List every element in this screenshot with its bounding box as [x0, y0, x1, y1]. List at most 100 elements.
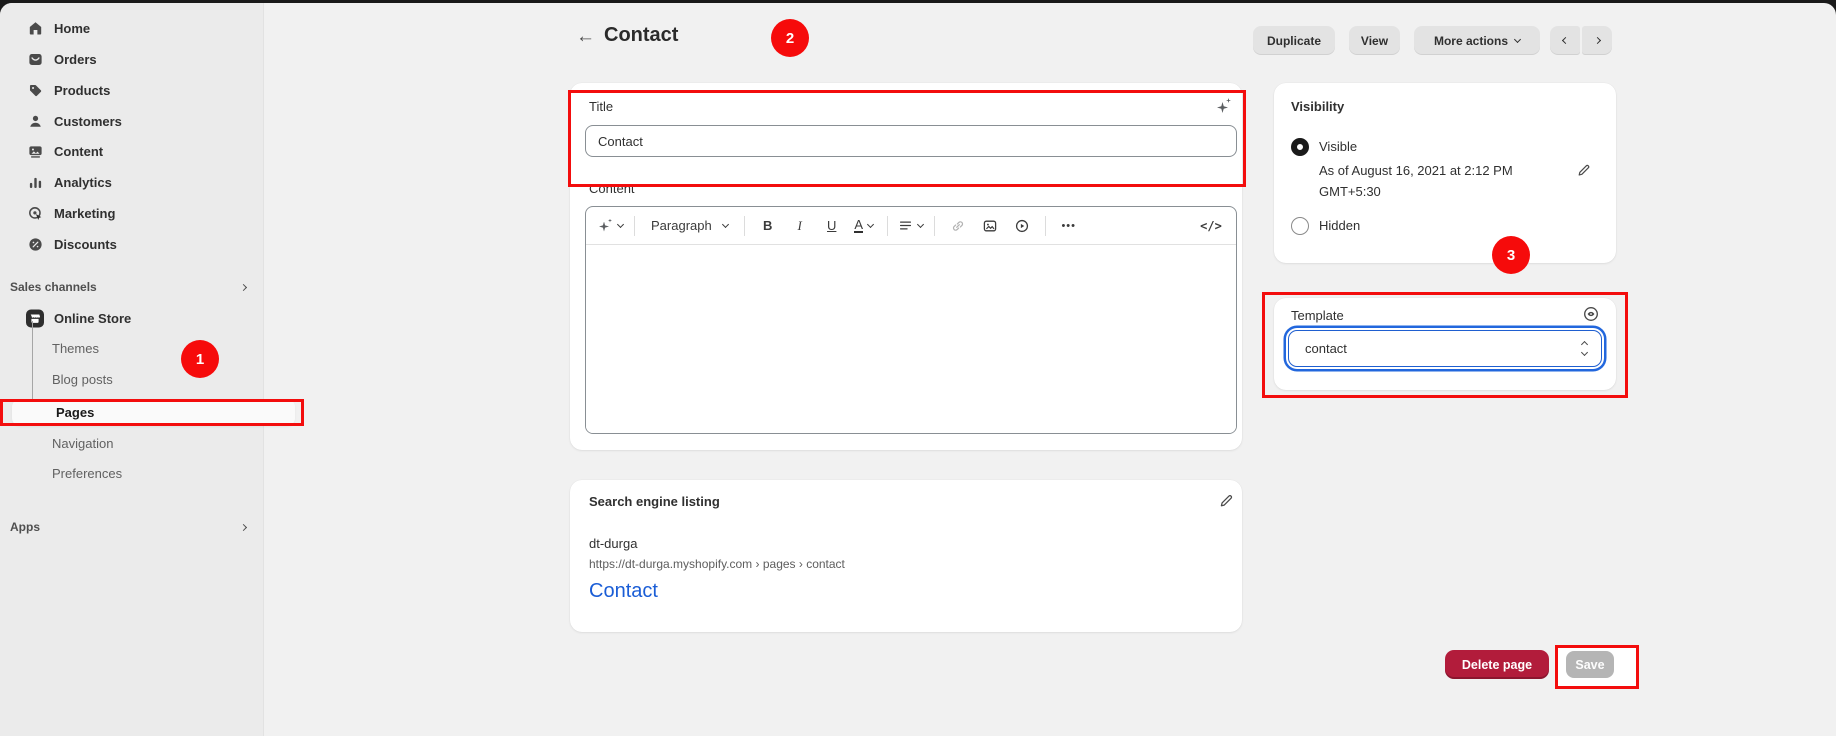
alignment-button[interactable] [898, 213, 924, 239]
sidebar-item-customers[interactable]: Customers [8, 107, 256, 135]
sidebar-item-label: Preferences [52, 466, 122, 481]
seo-heading: Search engine listing [589, 494, 720, 509]
underline-button[interactable]: U [819, 213, 845, 239]
sidebar-item-label: Marketing [54, 206, 115, 221]
duplicate-label: Duplicate [1267, 34, 1321, 48]
code-view-button[interactable]: </> [1198, 213, 1224, 239]
more-options-button[interactable]: ••• [1056, 213, 1082, 239]
edit-visibility-pencil-icon[interactable] [1576, 162, 1592, 178]
preview-eye-icon[interactable] [1582, 305, 1600, 323]
sales-channels-header[interactable]: Sales channels [8, 276, 256, 298]
sidebar-item-discounts[interactable]: Discounts [8, 230, 256, 258]
sidebar-item-label: Pages [56, 405, 94, 420]
magic-sparkle-icon[interactable] [1213, 98, 1235, 114]
annotation-step-1: 1 [181, 340, 219, 378]
sidebar-item-label: Home [54, 21, 90, 36]
sales-channels-label: Sales channels [10, 280, 97, 294]
italic-button[interactable]: I [787, 213, 813, 239]
orders-icon [26, 50, 44, 68]
sidebar-item-home[interactable]: Home [8, 14, 256, 42]
chevron-right-icon [240, 523, 247, 530]
chevron-down-icon [917, 221, 924, 228]
toolbar-divider [887, 216, 888, 236]
ai-assist-button[interactable] [598, 213, 624, 239]
sidebar-item-orders[interactable]: Orders [8, 45, 256, 73]
view-button[interactable]: View [1349, 26, 1400, 55]
sidebar-item-marketing[interactable]: Marketing [8, 199, 256, 227]
products-icon [26, 81, 44, 99]
sidebar-item-label: Orders [54, 52, 97, 67]
more-actions-button[interactable]: More actions [1414, 26, 1540, 55]
template-selected-value: contact [1305, 341, 1347, 356]
paragraph-label: Paragraph [651, 218, 712, 233]
visible-radio[interactable] [1291, 138, 1309, 156]
editor-toolbar: Paragraph B I U A ••• </> [586, 207, 1236, 245]
visible-since-line1: As of August 16, 2021 at 2:12 PM [1319, 163, 1513, 178]
rich-text-editor: Paragraph B I U A ••• </> [585, 206, 1237, 434]
sidebar-item-label: Themes [52, 341, 99, 356]
next-page-button[interactable] [1582, 26, 1612, 55]
sidebar-item-label: Online Store [54, 311, 131, 326]
annotation-step-2: 2 [771, 19, 809, 57]
visible-since-line2: GMT+5:30 [1319, 184, 1381, 199]
text-color-label: A [854, 218, 863, 233]
sidebar-item-online-store[interactable]: Online Store [8, 304, 256, 332]
apps-header[interactable]: Apps [8, 516, 256, 538]
previous-page-button[interactable] [1550, 26, 1580, 55]
toolbar-divider [744, 216, 745, 236]
template-select[interactable]: contact [1288, 330, 1602, 367]
title-field-label: Title [589, 99, 613, 114]
seo-url-breadcrumb: https://dt-durga.myshopify.com › pages ›… [589, 557, 845, 571]
sidebar-item-analytics[interactable]: Analytics [8, 168, 256, 196]
view-label: View [1361, 34, 1388, 48]
toolbar-divider [634, 216, 635, 236]
sidebar-item-products[interactable]: Products [8, 76, 256, 104]
back-arrow-icon[interactable]: ← [576, 26, 595, 48]
insert-image-icon[interactable] [977, 213, 1003, 239]
sidebar-item-navigation[interactable]: Navigation [8, 430, 256, 457]
delete-page-button[interactable]: Delete page [1445, 650, 1549, 679]
sidebar-item-blog-posts[interactable]: Blog posts [8, 366, 256, 393]
save-button[interactable]: Save [1566, 651, 1614, 678]
template-heading: Template [1291, 308, 1344, 323]
content-icon [26, 142, 44, 160]
toolbar-divider [934, 216, 935, 236]
duplicate-button[interactable]: Duplicate [1253, 26, 1335, 55]
sidebar-item-label: Content [54, 144, 103, 159]
hidden-radio[interactable] [1291, 217, 1309, 235]
seo-result-title: Contact [589, 580, 658, 603]
chevron-down-icon [867, 221, 874, 228]
customers-icon [26, 112, 44, 130]
editor-content-area[interactable] [586, 245, 1236, 434]
sidebar-item-preferences[interactable]: Preferences [8, 460, 256, 487]
chevron-down-icon [722, 221, 729, 228]
sidebar: Home Orders Products Customers Content A… [0, 3, 264, 736]
select-updown-icon [1582, 342, 1587, 355]
apps-label: Apps [10, 520, 40, 534]
insert-link-icon[interactable] [945, 213, 971, 239]
sidebar-item-label: Customers [54, 114, 122, 129]
home-icon [26, 19, 44, 37]
text-color-button[interactable]: A [851, 213, 877, 239]
paragraph-style-dropdown[interactable]: Paragraph [645, 213, 734, 239]
sidebar-item-label: Blog posts [52, 372, 113, 387]
toolbar-divider [1045, 216, 1046, 236]
sidebar-item-label: Navigation [52, 436, 113, 451]
edit-seo-pencil-icon[interactable] [1218, 492, 1235, 509]
chevron-right-icon [240, 283, 247, 290]
visibility-heading: Visibility [1291, 99, 1344, 114]
sidebar-item-label: Analytics [54, 175, 112, 190]
sidebar-item-pages[interactable]: Pages [12, 399, 295, 426]
title-input[interactable] [585, 125, 1237, 157]
page-title: Contact [604, 24, 678, 47]
chevron-down-icon [617, 221, 624, 228]
discounts-icon [26, 235, 44, 253]
insert-video-icon[interactable] [1009, 213, 1035, 239]
chevron-down-icon [1514, 35, 1521, 42]
sidebar-item-content[interactable]: Content [8, 137, 256, 165]
hidden-label: Hidden [1319, 218, 1360, 233]
visible-label: Visible [1319, 139, 1357, 154]
content-field-label: Content [589, 181, 635, 196]
chevron-left-icon [1561, 37, 1568, 44]
bold-button[interactable]: B [755, 213, 781, 239]
